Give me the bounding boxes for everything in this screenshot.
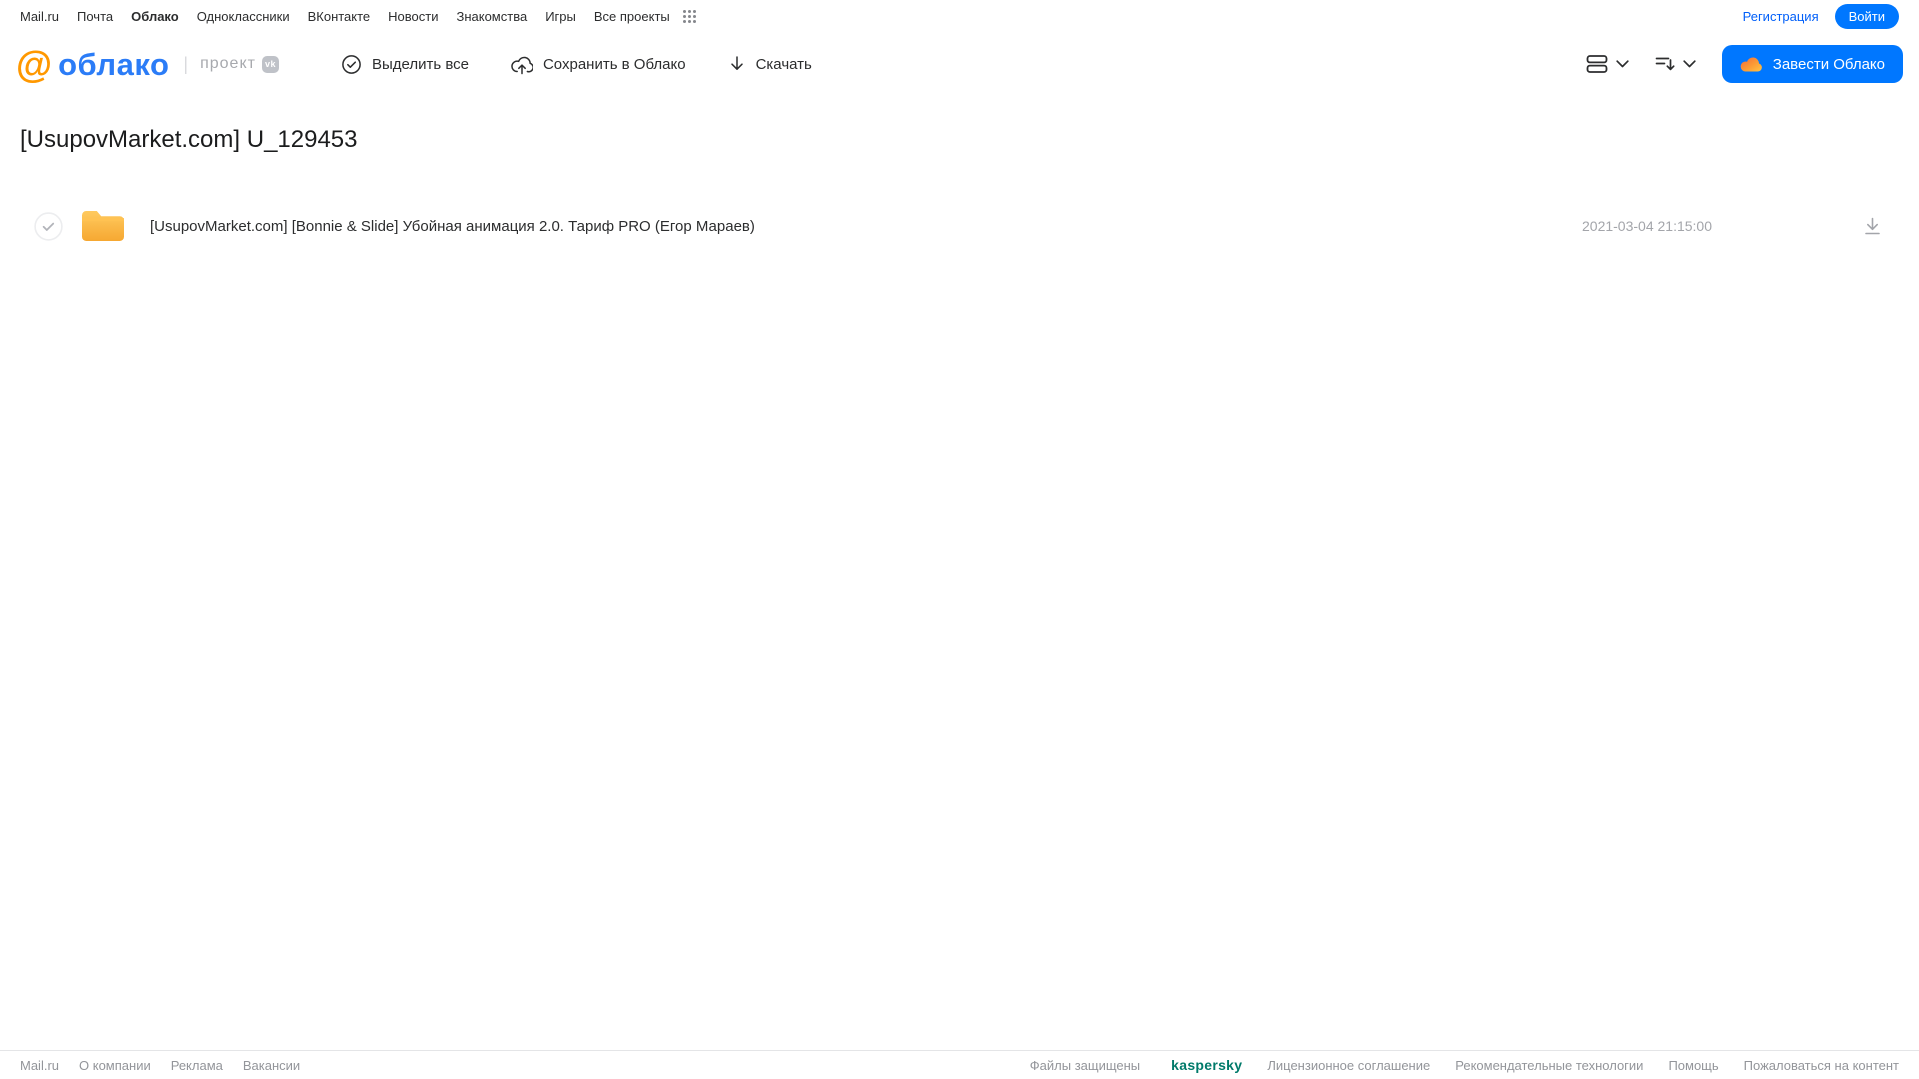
nav-link-pochta[interactable]: Почта — [77, 9, 113, 24]
protected-label: Файлы защищены — [1029, 1058, 1141, 1073]
chevron-down-icon — [1683, 60, 1696, 68]
download-button[interactable]: Скачать — [728, 54, 812, 74]
folder-icon[interactable] — [80, 207, 126, 245]
get-cloud-label: Завести Облако — [1772, 55, 1885, 73]
action-toolbar: Выделить все Сохранить в Облако Скачать — [341, 54, 854, 75]
nav-link-vkontakte[interactable]: ВКонтакте — [308, 9, 371, 24]
footer-link-help[interactable]: Помощь — [1668, 1058, 1718, 1073]
footer-link-license[interactable]: Лицензионное соглашение — [1267, 1058, 1430, 1073]
footer-right: Файлы защищены kaspersky Лицензионное со… — [1030, 1057, 1899, 1073]
page-title: [UsupovMarket.com] U_129453 — [20, 126, 358, 153]
logo-text: облако — [58, 46, 170, 82]
nav-link-igry[interactable]: Игры — [545, 9, 576, 24]
vk-badge-icon: vk — [261, 55, 279, 73]
footer-link-report[interactable]: Пожаловаться на контент — [1744, 1058, 1899, 1073]
page-footer: Mail.ru О компании Реклама Вакансии Файл… — [0, 1050, 1919, 1079]
kaspersky-logo[interactable]: kaspersky — [1171, 1057, 1242, 1073]
check-circle-icon — [341, 54, 362, 75]
file-date: 2021-03-04 21:15:00 — [1582, 218, 1712, 234]
cloud-color-icon — [1740, 56, 1763, 72]
chevron-down-icon — [1616, 60, 1629, 68]
sort-control[interactable] — [1655, 55, 1696, 73]
nav-link-odnoklassniki[interactable]: Одноклассники — [197, 9, 290, 24]
download-label: Скачать — [755, 55, 812, 73]
cloud-upload-icon — [511, 54, 533, 75]
portal-nav: Mail.ru Почта Облако Одноклассники ВКонт… — [0, 0, 1919, 33]
mailru-at-icon: @ — [16, 43, 53, 85]
footer-link-about[interactable]: О компании — [79, 1058, 151, 1073]
registration-link[interactable]: Регистрация — [1743, 9, 1819, 24]
cloud-header: @ облако | проект vk Выделить все Сохран… — [0, 33, 1919, 95]
footer-link-mailru[interactable]: Mail.ru — [20, 1058, 59, 1073]
list-view-icon — [1586, 54, 1608, 74]
select-all-button[interactable]: Выделить все — [341, 54, 469, 75]
footer-link-jobs[interactable]: Вакансии — [243, 1058, 300, 1073]
save-to-cloud-label: Сохранить в Облако — [542, 55, 686, 73]
view-mode-control[interactable] — [1586, 54, 1629, 74]
footer-link-recommendations[interactable]: Рекомендательные технологии — [1455, 1058, 1643, 1073]
get-cloud-button[interactable]: Завести Облако — [1721, 45, 1903, 83]
save-to-cloud-button[interactable]: Сохранить в Облако — [511, 54, 686, 75]
project-label: проект — [200, 55, 256, 72]
nav-link-all-projects[interactable]: Все проекты — [594, 9, 670, 24]
file-name[interactable]: [UsupovMarket.com] [Bonnie & Slide] Убой… — [150, 218, 755, 235]
nav-link-oblako[interactable]: Облако — [131, 9, 179, 24]
file-row[interactable]: [UsupovMarket.com] [Bonnie & Slide] Убой… — [0, 200, 1919, 252]
footer-link-ads[interactable]: Реклама — [171, 1058, 223, 1073]
select-all-label: Выделить все — [371, 55, 469, 73]
files-protected: Файлы защищены kaspersky — [1030, 1057, 1243, 1073]
login-button[interactable]: Войти — [1834, 4, 1899, 29]
nav-link-novosti[interactable]: Новости — [388, 9, 438, 24]
row-download-icon[interactable] — [1864, 217, 1881, 235]
download-arrow-icon — [728, 54, 746, 74]
nav-link-znakomstva[interactable]: Знакомства — [456, 9, 527, 24]
row-checkbox[interactable] — [34, 211, 63, 241]
logo-divider: | — [183, 53, 189, 74]
main-content: [UsupovMarket.com] U_129453 [UsupovMarke… — [0, 95, 1919, 252]
nav-link-mailru[interactable]: Mail.ru — [20, 9, 59, 24]
sort-icon — [1655, 55, 1675, 73]
header-right-controls: Завести Облако — [1586, 45, 1903, 83]
oblako-logo[interactable]: @ облако — [16, 46, 169, 83]
all-projects-grid-icon[interactable] — [682, 9, 697, 24]
